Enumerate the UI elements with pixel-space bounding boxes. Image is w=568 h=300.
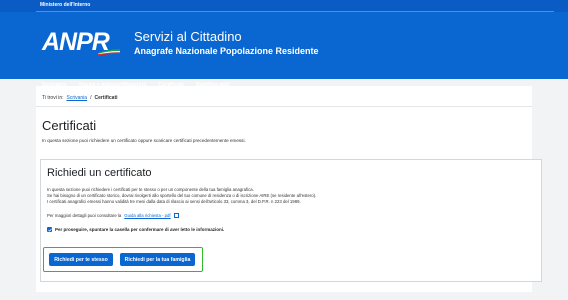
breadcrumb-home-link[interactable]: Scrivania — [66, 95, 87, 101]
divider — [36, 106, 532, 107]
page-description: In questa sezione puoi richiedere un cer… — [42, 138, 246, 143]
confirm-checkbox[interactable] — [47, 227, 52, 232]
request-self-button[interactable]: Richiedi per te stesso — [49, 253, 113, 266]
ministry-label: Ministero dell'Interno — [40, 2, 91, 8]
check-icon — [47, 228, 52, 232]
guide-info-line: Per maggiori dettagli puoi consultare la… — [47, 213, 179, 218]
confirm-checkbox-row: Per proseguire, spuntare la casella per … — [47, 227, 224, 232]
request-family-button[interactable]: Richiedi per la tua famiglia — [120, 253, 195, 266]
card-title: Richiedi un certificato — [47, 167, 152, 179]
confirm-checkbox-label: Per proseguire, spuntare la casella per … — [55, 227, 225, 232]
request-certificate-card: Richiedi un certificato In questa sezion… — [40, 159, 542, 282]
breadcrumb-prefix: Ti trovi in: — [42, 95, 64, 101]
guide-info-prefix: Per maggiori dettagli puoi consultare la — [47, 213, 122, 218]
brand-title: Servizi al Cittadino — [134, 29, 242, 44]
card-text-line: In questa sezione puoi richiedere i cert… — [47, 187, 254, 192]
main-content: Ti trovi in: Scrivania / Certificati Cer… — [36, 86, 542, 292]
breadcrumb-current: Certificati — [94, 95, 118, 101]
breadcrumb: Ti trovi in: Scrivania / Certificati — [42, 95, 118, 101]
page-title: Certificati — [42, 118, 97, 133]
flag-swoosh-icon — [98, 49, 120, 55]
card-text-line: I certificati anagrafici emessi hanno va… — [47, 199, 301, 204]
card-text-line: Se hai bisogno di un certificato storico… — [47, 193, 317, 198]
external-link-icon — [173, 213, 179, 218]
ministry-topbar: Ministero dell'Interno — [0, 0, 568, 12]
guide-pdf-link[interactable]: Guida alla richiesta - pdf — [124, 213, 170, 218]
brand-subtitle: Anagrafe Nazionale Popolazione Residente — [134, 46, 319, 56]
breadcrumb-separator: / — [90, 95, 92, 101]
header: ANPR Servizi al Cittadino Anagrafe Nazio… — [0, 12, 568, 91]
